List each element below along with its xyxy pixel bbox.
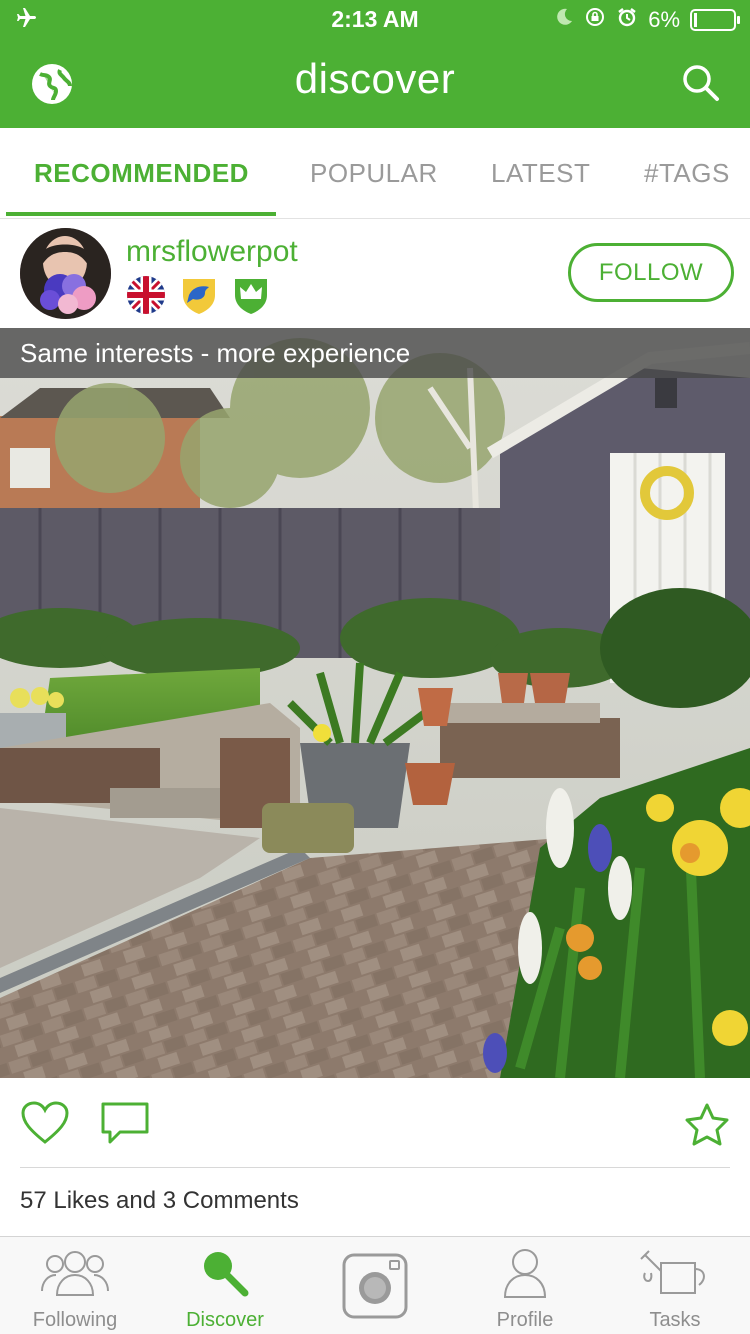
- tab-popular[interactable]: POPULAR: [310, 158, 438, 189]
- search-icon: [199, 1247, 251, 1304]
- people-icon: [40, 1247, 110, 1304]
- nav-tasks[interactable]: Tasks: [600, 1237, 750, 1334]
- tab-tags[interactable]: #TAGS: [644, 158, 730, 189]
- tab-latest[interactable]: LATEST: [491, 158, 590, 189]
- username[interactable]: mrsflowerpot: [126, 235, 298, 269]
- post-actions: [0, 1078, 750, 1168]
- moon-icon: [554, 7, 574, 33]
- bird-shield-icon: [180, 275, 218, 320]
- like-heart-icon[interactable]: [20, 1100, 70, 1151]
- active-tab-indicator: [6, 212, 276, 216]
- uk-flag-icon: [126, 275, 166, 320]
- nav-following-label: Following: [32, 1309, 118, 1331]
- person-icon: [500, 1247, 550, 1304]
- avatar[interactable]: [20, 228, 111, 319]
- garden-photo: [0, 328, 750, 1078]
- search-icon[interactable]: [680, 62, 722, 109]
- divider: [20, 1167, 730, 1168]
- nav-discover[interactable]: Discover: [150, 1237, 300, 1334]
- rotation-lock-icon: [584, 6, 606, 34]
- nav-discover-label: Discover: [186, 1309, 264, 1331]
- crown-shield-icon: [232, 275, 270, 320]
- bottom-nav: Following Discover Profile Tasks: [0, 1236, 750, 1334]
- nav-tasks-label: Tasks: [649, 1309, 701, 1331]
- user-badges: [126, 275, 270, 320]
- alarm-icon: [616, 6, 638, 34]
- recommendation-banner: Same interests - more experience: [0, 328, 750, 378]
- likes-comments-count[interactable]: 57 Likes and 3 Comments: [20, 1187, 299, 1215]
- battery-icon: [690, 9, 740, 31]
- nav-profile-label: Profile: [496, 1309, 554, 1331]
- top-bar: 2:13 AM 6% discover: [0, 0, 750, 128]
- post-image[interactable]: Same interests - more experience: [0, 328, 750, 1078]
- page-title: discover: [294, 55, 456, 102]
- follow-button[interactable]: FOLLOW: [568, 243, 734, 302]
- tab-bar: RECOMMENDED POPULAR LATEST #TAGS: [0, 128, 750, 219]
- nav-profile[interactable]: Profile: [450, 1237, 600, 1334]
- watering-can-icon: [639, 1247, 711, 1304]
- nav-following[interactable]: Following: [0, 1237, 150, 1334]
- post-header: mrsflowerpot FOLLOW: [0, 219, 750, 328]
- camera-icon: [342, 1253, 408, 1324]
- comment-icon[interactable]: [100, 1100, 150, 1151]
- battery-percent: 6%: [648, 7, 680, 32]
- status-bar: 2:13 AM 6%: [0, 0, 750, 40]
- favorite-star-icon[interactable]: [684, 1102, 730, 1151]
- nav-camera[interactable]: [300, 1237, 450, 1334]
- tab-recommended[interactable]: RECOMMENDED: [34, 158, 249, 189]
